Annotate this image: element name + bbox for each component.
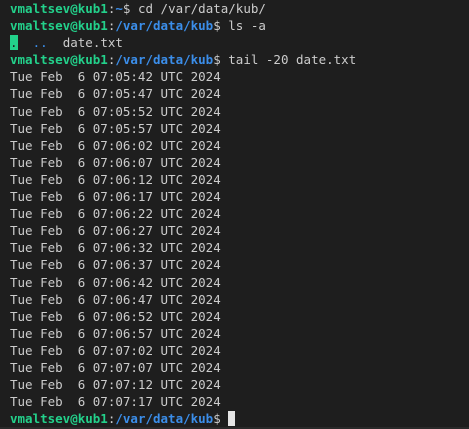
- output-line: Tue Feb 6 07:05:42 UTC 2024: [10, 69, 221, 85]
- prompt-path: /var/data/kub: [115, 52, 214, 68]
- output-line: Tue Feb 6 07:06:42 UTC 2024: [10, 274, 221, 290]
- prompt-symbol: $: [213, 52, 221, 68]
- output-line: Tue Feb 6 07:05:52 UTC 2024: [10, 103, 221, 119]
- prompt-line-current[interactable]: vmaltsev@kub1:/var/data/kub$: [10, 410, 469, 427]
- terminal-window[interactable]: vmaltsev@kub1:~$ cd /var/data/kub/ vmalt…: [0, 0, 469, 429]
- prompt-line-tail: vmaltsev@kub1:/var/data/kub$ tail -20 da…: [10, 52, 357, 68]
- output-line: Tue Feb 6 07:06:27 UTC 2024: [10, 223, 221, 239]
- prompt-symbol: $: [213, 411, 221, 427]
- output-line: Tue Feb 6 07:06:32 UTC 2024: [10, 240, 221, 256]
- prompt-path: /var/data/kub: [115, 411, 214, 427]
- prompt-user: vmaltsev@kub1: [10, 411, 108, 427]
- output-line: Tue Feb 6 07:06:12 UTC 2024: [10, 171, 221, 187]
- ls-entry-file: date.txt: [62, 35, 123, 51]
- prompt-symbol: $: [213, 18, 221, 34]
- prompt-path: ~: [115, 1, 123, 16]
- output-line: Tue Feb 6 07:07:07 UTC 2024: [10, 359, 221, 375]
- prompt-line-ls: vmaltsev@kub1:/var/data/kub$ ls -a: [10, 18, 266, 34]
- output-line: Tue Feb 6 07:07:12 UTC 2024: [10, 377, 221, 393]
- output-line: Tue Feb 6 07:06:52 UTC 2024: [10, 308, 221, 324]
- output-line: Tue Feb 6 07:06:22 UTC 2024: [10, 206, 221, 222]
- ls-entry-parent-dir: ..: [32, 35, 48, 51]
- prompt-user: vmaltsev@kub1: [10, 1, 108, 16]
- prompt-user: vmaltsev@kub1: [10, 18, 108, 34]
- command-text: cd /var/data/kub/: [137, 1, 266, 16]
- output-line: Tue Feb 6 07:06:07 UTC 2024: [10, 154, 221, 170]
- cursor-block: [227, 411, 235, 427]
- output-line: Tue Feb 6 07:06:02 UTC 2024: [10, 137, 221, 153]
- output-line: Tue Feb 6 07:07:02 UTC 2024: [10, 342, 221, 358]
- prompt-user: vmaltsev@kub1: [10, 52, 108, 68]
- prompt-line-cd: vmaltsev@kub1:~$ cd /var/data/kub/: [10, 1, 266, 16]
- prompt-path: /var/data/kub: [115, 18, 214, 34]
- ls-output-line: . .. date.txt: [10, 34, 469, 51]
- output-line: Tue Feb 6 07:06:17 UTC 2024: [10, 189, 221, 205]
- output-line: Tue Feb 6 07:06:37 UTC 2024: [10, 257, 221, 273]
- output-line: Tue Feb 6 07:06:47 UTC 2024: [10, 291, 221, 307]
- command-text: tail -20 date.txt: [228, 52, 357, 68]
- output-line: Tue Feb 6 07:05:57 UTC 2024: [10, 120, 221, 136]
- output-line: Tue Feb 6 07:07:17 UTC 2024: [10, 394, 221, 410]
- output-line: Tue Feb 6 07:06:57 UTC 2024: [10, 325, 221, 341]
- output-line: Tue Feb 6 07:05:47 UTC 2024: [10, 86, 221, 102]
- command-text: ls -a: [228, 18, 266, 34]
- ls-entry-current-dir: .: [10, 35, 18, 51]
